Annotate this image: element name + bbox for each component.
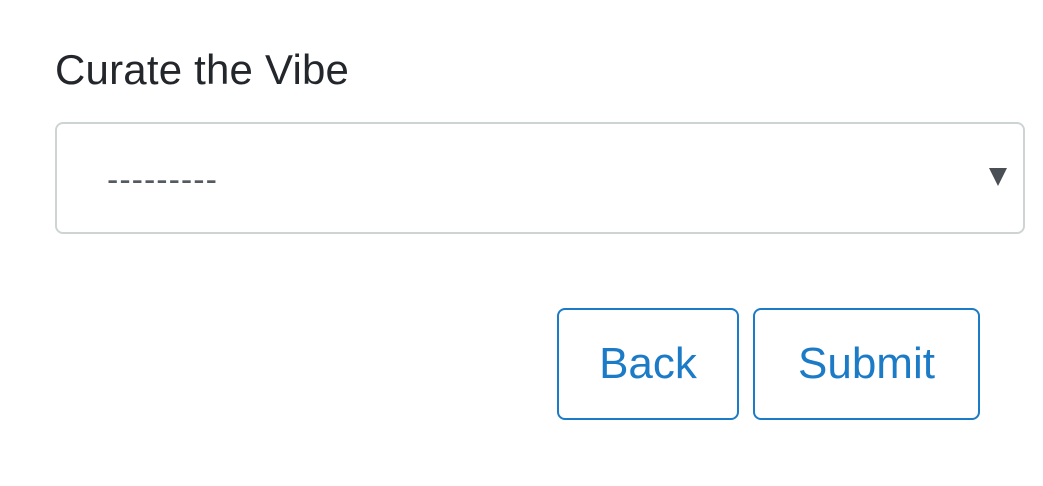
vibe-select[interactable]: ---------	[55, 122, 1025, 234]
chevron-down-icon	[989, 168, 1007, 186]
select-selected-value: ---------	[107, 161, 218, 199]
form-title: Curate the Vibe	[55, 46, 350, 93]
back-button[interactable]: Back	[557, 308, 739, 420]
submit-button[interactable]: Submit	[753, 308, 980, 420]
form-page: Curate the Vibe --------- Back Submit	[0, 0, 1043, 486]
